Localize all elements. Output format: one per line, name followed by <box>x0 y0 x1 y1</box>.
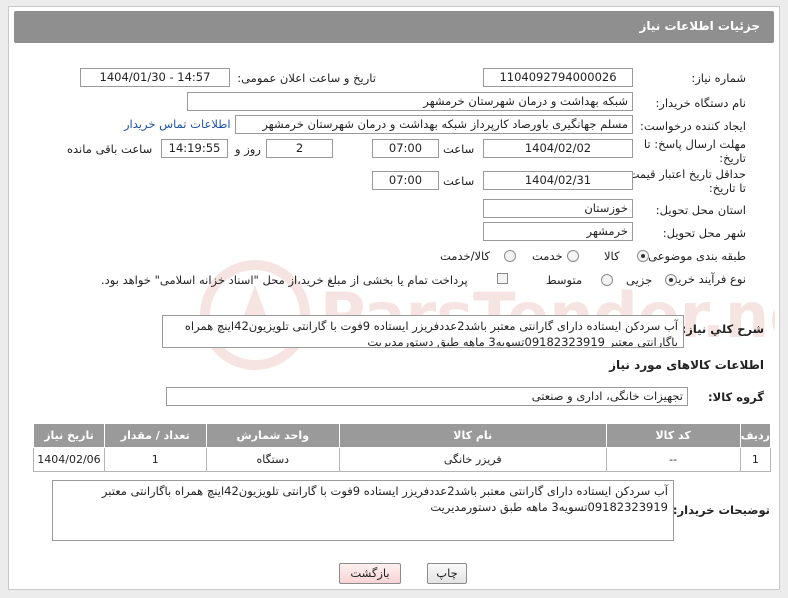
col-date: تاریخ نیاز <box>33 423 105 448</box>
buyer-org-field: شبکه بهداشت و درمان شهرستان خرمشهر <box>187 92 633 111</box>
description-text: آب سردکن ایستاده دارای گارانتی معتبر باش… <box>184 319 678 348</box>
announce-datetime-field: 1404/01/30 - 14:57 <box>80 68 230 87</box>
city-label: شهر محل تحویل: <box>662 226 746 240</box>
price-validity-time-label: ساعت <box>443 174 475 188</box>
need-number-label: شماره نیاز: <box>691 71 746 85</box>
process-radio-minor[interactable] <box>665 274 677 286</box>
requester-label: ایجاد کننده درخواست: <box>640 119 746 133</box>
goods-group-label: گروه کالا: <box>708 390 764 404</box>
col-qty: تعداد / مقدار <box>103 423 207 448</box>
table-row: 1 -- فریزر خانگی دستگاه 1 1404/02/06 <box>33 447 772 472</box>
buyer-notes-label: توضیحات خریدار: <box>672 503 770 517</box>
cell-name: فریزر خانگی <box>338 447 607 472</box>
price-validity-date-field: 1404/02/31 <box>483 171 633 190</box>
goods-group-field: تجهیزات خانگی، اداری و صنعتی <box>166 387 688 406</box>
remaining-days-label: روز و <box>235 142 261 156</box>
buyer-notes-text: آب سردکن ایستاده دارای گارانتی معتبر باش… <box>101 484 668 514</box>
remaining-time-label: ساعت باقی مانده <box>67 142 153 156</box>
category-option-goods-service: کالا/خدمت <box>440 249 491 263</box>
reply-deadline-label-2: تاریخ: <box>719 151 746 165</box>
cell-date: 1404/02/06 <box>33 447 105 472</box>
cell-code: -- <box>605 447 741 472</box>
col-row: ردیف <box>739 423 772 448</box>
goods-table-header: ردیف کد کالا نام کالا واحد شمارش تعداد /… <box>33 423 772 448</box>
treasury-note: پرداخت تمام یا بخشی از مبلغ خرید،از محل … <box>101 273 468 287</box>
reply-deadline-time-label: ساعت <box>443 142 475 156</box>
col-unit: واحد شمارش <box>205 423 340 448</box>
city-field: خرمشهر <box>483 222 633 241</box>
col-name: نام کالا <box>338 423 607 448</box>
cell-row: 1 <box>739 447 772 472</box>
price-validity-label-1: حداقل تاریخ اعتبار قیمت: <box>624 167 746 181</box>
header-bar: جزئیات اطلاعات نیاز <box>14 11 774 43</box>
process-radio-medium[interactable] <box>601 274 613 286</box>
col-code: کد کالا <box>605 423 741 448</box>
description-label: شرح كلي نياز: <box>681 322 764 336</box>
price-validity-time-field: 07:00 <box>372 171 439 190</box>
category-option-goods: کالا <box>604 249 620 263</box>
reply-deadline-time-field: 07:00 <box>372 139 439 158</box>
cell-qty: 1 <box>103 447 207 472</box>
category-option-service: خدمت <box>532 249 563 263</box>
process-option-medium: متوسط <box>546 273 583 287</box>
category-radio-goods[interactable] <box>637 250 649 262</box>
reply-deadline-label-1: مهلت ارسال پاسخ: تا <box>643 137 746 151</box>
reply-deadline-date-field: 1404/02/02 <box>483 139 633 158</box>
requester-field: مسلم جهانگیری باورصاد کارپرداز شبکه بهدا… <box>235 115 633 134</box>
price-validity-label-2: تا تاریخ: <box>708 181 746 195</box>
goods-section-title: اطلاعات کالاهای مورد نیاز <box>609 358 764 372</box>
process-option-minor: جزیی <box>626 273 653 287</box>
treasury-checkbox[interactable] <box>497 273 508 284</box>
goods-table: ردیف کد کالا نام کالا واحد شمارش تعداد /… <box>33 423 772 472</box>
announce-datetime-label: تاریخ و ساعت اعلان عمومی: <box>237 71 376 85</box>
category-radio-goods-service[interactable] <box>504 250 516 262</box>
remaining-days-field: 2 <box>266 139 333 158</box>
province-field: خوزستان <box>483 199 633 218</box>
buyer-org-label: نام دستگاه خریدار: <box>655 96 746 110</box>
remaining-time-field: 14:19:55 <box>161 139 228 158</box>
category-radio-service[interactable] <box>567 250 579 262</box>
province-label: استان محل تحویل: <box>655 203 746 217</box>
category-label: طبقه بندی موضوعی: <box>644 249 746 263</box>
description-textarea[interactable]: آب سردکن ایستاده دارای گارانتی معتبر باش… <box>162 315 684 348</box>
need-number-field: 1104092794000026 <box>483 68 633 87</box>
back-button[interactable]: بازگشت <box>339 563 401 584</box>
cell-unit: دستگاه <box>205 447 340 472</box>
buyer-contact-link[interactable]: اطلاعات تماس خریدار <box>124 117 231 131</box>
print-button[interactable]: چاپ <box>427 563 467 584</box>
page-title: جزئیات اطلاعات نیاز <box>639 19 760 33</box>
buyer-notes-textarea[interactable]: آب سردکن ایستاده دارای گارانتی معتبر باش… <box>52 480 674 541</box>
